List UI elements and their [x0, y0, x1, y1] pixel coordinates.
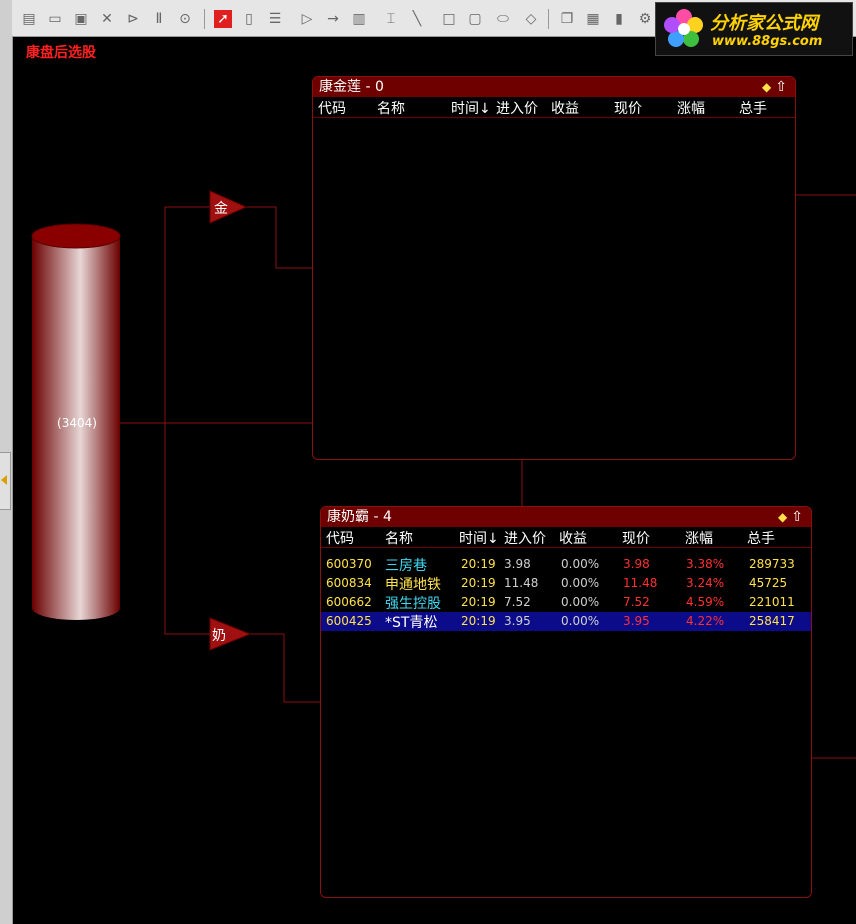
col-return[interactable]: 收益: [551, 98, 579, 118]
col-entry[interactable]: 进入价: [496, 98, 538, 118]
source-count-label: (3404): [57, 416, 97, 430]
col-name[interactable]: 名称: [385, 528, 413, 548]
cell-return: 0.00%: [561, 614, 600, 628]
col-change[interactable]: 涨幅: [685, 528, 713, 548]
result-panel-naiba[interactable]: 康奶霸 - 4 ◆ ⇧ 代码 名称 时间↓ 进入价 收益 现价 涨幅 总手 600…: [320, 506, 812, 898]
cell-change: 3.38%: [686, 557, 725, 571]
cell-price: 11.48: [623, 576, 658, 590]
panel-title: 康金莲 - 0: [319, 79, 384, 95]
cell-price: 7.52: [623, 595, 650, 609]
cell-return: 0.00%: [561, 557, 600, 571]
table-row[interactable]: 600370 三房巷 20:19 3.98 0.00% 3.98 3.38% 2…: [321, 555, 811, 574]
cell-entry: 11.48: [504, 576, 539, 590]
diamond-icon[interactable]: ◆: [778, 510, 787, 524]
cell-return: 0.00%: [561, 595, 600, 609]
cell-name: 强生控股: [385, 596, 441, 612]
col-return[interactable]: 收益: [559, 528, 587, 548]
col-code[interactable]: 代码: [326, 528, 354, 548]
table-header: 代码 名称 时间↓ 进入价 收益 现价 涨幅 总手: [321, 527, 811, 548]
cell-volume: 45725: [749, 576, 788, 590]
cell-return: 0.00%: [561, 576, 600, 590]
table-row-selected[interactable]: 600425 *ST青松 20:19 3.95 0.00% 3.95 4.22%…: [321, 612, 811, 631]
cell-name: 三房巷: [385, 558, 427, 574]
cell-change: 4.59%: [686, 595, 725, 609]
cell-entry: 7.52: [504, 595, 531, 609]
cell-change: 4.22%: [686, 614, 725, 628]
up-arrow-icon[interactable]: ⇧: [791, 509, 803, 525]
filter-label-jin: 金: [214, 201, 228, 217]
filter-label-nai: 奶: [212, 628, 226, 644]
cell-code: 600834: [326, 576, 372, 590]
cell-volume: 258417: [749, 614, 795, 628]
col-volume[interactable]: 总手: [739, 98, 767, 118]
cell-change: 3.24%: [686, 576, 725, 590]
col-entry[interactable]: 进入价: [504, 528, 546, 548]
cell-entry: 3.98: [504, 557, 531, 571]
up-arrow-icon[interactable]: ⇧: [775, 79, 787, 95]
cell-name: 申通地铁: [385, 577, 441, 593]
cell-time: 20:19: [461, 576, 496, 590]
col-change[interactable]: 涨幅: [677, 98, 705, 118]
table-header: 代码 名称 时间↓ 进入价 收益 现价 涨幅 总手: [313, 97, 795, 118]
cell-name: *ST青松: [385, 615, 438, 631]
col-time[interactable]: 时间↓: [451, 98, 491, 118]
cell-price: 3.98: [623, 557, 650, 571]
panel-title-bar[interactable]: 康金莲 - 0 ◆ ⇧: [313, 77, 795, 97]
cell-price: 3.95: [623, 614, 650, 628]
col-time[interactable]: 时间↓: [459, 528, 499, 548]
panel-title: 康奶霸 - 4: [327, 509, 392, 525]
col-price[interactable]: 现价: [622, 528, 650, 548]
result-panel-jinlian[interactable]: 康金莲 - 0 ◆ ⇧ 代码 名称 时间↓ 进入价 收益 现价 涨幅 总手: [312, 76, 796, 460]
table-row[interactable]: 600662 强生控股 20:19 7.52 0.00% 7.52 4.59% …: [321, 593, 811, 612]
col-name[interactable]: 名称: [377, 98, 405, 118]
cell-code: 600662: [326, 595, 372, 609]
diamond-icon[interactable]: ◆: [762, 80, 771, 94]
cell-volume: 221011: [749, 595, 795, 609]
cell-time: 20:19: [461, 557, 496, 571]
cell-time: 20:19: [461, 614, 496, 628]
cell-entry: 3.95: [504, 614, 531, 628]
cell-time: 20:19: [461, 595, 496, 609]
col-price[interactable]: 现价: [614, 98, 642, 118]
cell-code: 600370: [326, 557, 372, 571]
panel-title-bar[interactable]: 康奶霸 - 4 ◆ ⇧: [321, 507, 811, 527]
col-code[interactable]: 代码: [318, 98, 346, 118]
col-volume[interactable]: 总手: [747, 528, 775, 548]
table-row[interactable]: 600834 申通地铁 20:19 11.48 0.00% 11.48 3.24…: [321, 574, 811, 593]
cell-code: 600425: [326, 614, 372, 628]
cell-volume: 289733: [749, 557, 795, 571]
